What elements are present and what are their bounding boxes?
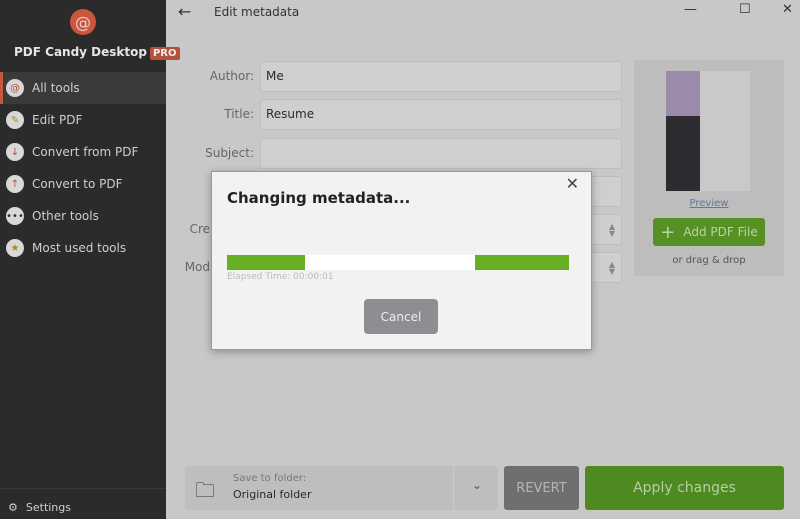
drag-drop-hint: or drag & drop <box>672 255 746 266</box>
cancel-button[interactable]: Cancel <box>364 299 438 334</box>
sidebar-item-convert-to-pdf[interactable]: ↑ Convert to PDF <box>0 168 166 200</box>
page-title: Edit metadata <box>214 5 300 19</box>
sidebar-item-other-tools[interactable]: ••• Other tools <box>0 200 166 232</box>
close-icon[interactable]: ✕ <box>566 174 579 193</box>
sidebar-item-all-tools[interactable]: @ All tools <box>0 72 166 104</box>
title-input[interactable]: Resume <box>260 99 622 130</box>
preview-panel: Preview + Add PDF File or drag & drop <box>634 60 784 276</box>
arrow-down-icon: ↓ <box>6 143 24 161</box>
preview-link[interactable]: Preview <box>634 198 784 209</box>
sidebar: @ PDF Candy Desktop PRO @ All tools ✎ Edit … <box>0 0 180 519</box>
apply-changes-button[interactable]: Apply changes <box>585 466 784 510</box>
author-row: Author: Me <box>180 61 622 92</box>
subject-row: Subject: <box>180 138 622 169</box>
gear-icon: ⚙ <box>8 501 18 514</box>
spinner-icon[interactable]: ▲ ▼ <box>609 261 615 276</box>
close-window-icon[interactable]: ✕ <box>782 2 793 17</box>
plus-icon: + <box>660 221 676 243</box>
back-arrow-icon[interactable]: ← <box>178 2 191 21</box>
logo-icon: @ <box>70 9 96 35</box>
more-icon: ••• <box>6 207 24 225</box>
maximize-icon[interactable]: ☐ <box>739 2 751 17</box>
progress-dialog: ✕ Changing metadata... Elapsed Time: 00:… <box>211 171 592 350</box>
folder-icon: 🗀 <box>195 478 215 502</box>
progress-segment <box>227 255 305 270</box>
chevron-down-icon[interactable]: ⌄ <box>472 478 482 492</box>
pro-badge: PRO <box>149 47 180 60</box>
title-row: Title: Resume <box>180 99 622 130</box>
elapsed-time: Elapsed Time: 00:00:01 <box>227 272 334 282</box>
arrow-up-icon: ↑ <box>6 175 24 193</box>
subject-input[interactable] <box>260 138 622 169</box>
minimize-icon[interactable]: — <box>684 2 697 17</box>
star-icon: ★ <box>6 239 24 257</box>
settings-button[interactable]: ⚙ Settings <box>8 501 71 514</box>
author-input[interactable]: Me <box>260 61 622 92</box>
revert-button[interactable]: REVERT <box>504 466 579 510</box>
pdf-thumbnail <box>666 71 750 191</box>
sidebar-item-edit-pdf[interactable]: ✎ Edit PDF <box>0 104 166 136</box>
title-bar: ← Edit metadata — ☐ ✕ <box>166 0 800 26</box>
progress-segment <box>475 255 569 270</box>
sidebar-item-convert-from-pdf[interactable]: ↓ Convert from PDF <box>0 136 166 168</box>
app-brand: PDF Candy Desktop PRO <box>14 45 180 60</box>
sidebar-item-most-used-tools[interactable]: ★ Most used tools <box>0 232 166 264</box>
lollipop-icon: @ <box>6 79 24 97</box>
divider <box>0 488 166 489</box>
progress-bar <box>227 255 569 270</box>
add-pdf-file-button[interactable]: + Add PDF File <box>653 218 765 246</box>
edit-icon: ✎ <box>6 111 24 129</box>
save-folder-select[interactable]: 🗀 Save to folder: Original folder ⌄ <box>185 466 498 510</box>
dialog-title: Changing metadata... <box>227 189 411 207</box>
divider <box>453 466 454 510</box>
spinner-icon[interactable]: ▲ ▼ <box>609 223 615 238</box>
